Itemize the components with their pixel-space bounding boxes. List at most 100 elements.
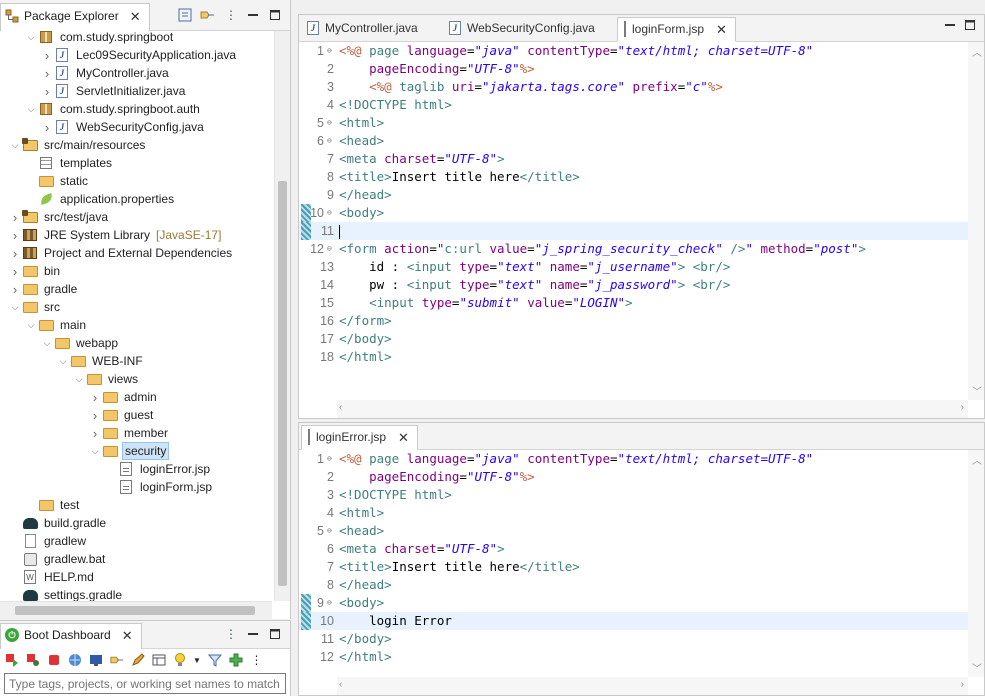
code-line[interactable]: 8 <title>Insert title here</title> [299, 168, 968, 186]
close-icon[interactable]: ✕ [398, 430, 409, 446]
expanded-arrow-icon[interactable]: ⌵ [56, 356, 70, 367]
code-line[interactable]: 9 </head> [299, 186, 968, 204]
code-line[interactable]: 6 <meta charset="UTF-8"> [299, 540, 968, 558]
package-explorer-tab[interactable]: Package Explorer ✕ [0, 3, 150, 31]
tree-item[interactable]: application.properties [0, 190, 272, 208]
editor-tab[interactable]: loginForm.jsp ✕ [617, 17, 736, 42]
expanded-arrow-icon[interactable]: ⌵ [8, 302, 22, 313]
code-line[interactable]: 1 ⊖ <%@ page language="java" contentType="… [299, 450, 968, 468]
code-line[interactable]: 8 </head> [299, 576, 968, 594]
tree-item[interactable]: ⌵ views [0, 370, 272, 388]
collapsed-arrow-icon[interactable]: › [8, 210, 22, 225]
horizontal-scrollbar[interactable]: ‹ › [337, 677, 968, 695]
code-line[interactable]: 12 ⊖ <form action="c:url value="j_spring_s… [299, 240, 968, 258]
code-line[interactable]: 18 </html> [299, 348, 968, 366]
tree-item[interactable]: loginError.jsp [0, 460, 272, 478]
code-line[interactable]: 5 ⊖ <html> [299, 114, 968, 132]
vertical-scrollbar[interactable]: ︿ ﹀ [968, 42, 984, 400]
maximize-icon[interactable] [266, 6, 284, 24]
view-menu-icon[interactable]: ⋮ [249, 653, 264, 668]
collapsed-arrow-icon[interactable]: › [8, 264, 22, 279]
tree-item[interactable]: ⌵ com.study.springboot.auth [0, 100, 272, 118]
expanded-arrow-icon[interactable]: ⌵ [8, 140, 22, 151]
collapsed-arrow-icon[interactable]: › [88, 390, 102, 405]
tree-item[interactable]: gradlew.bat [0, 550, 272, 568]
code-line[interactable]: 11 </body> [299, 630, 968, 648]
view-menu-icon[interactable]: ⋮ [222, 6, 240, 24]
code-editor-loginform[interactable]: 1 ⊖ <%@ page language="java" contentType="… [299, 42, 968, 400]
fold-icon[interactable]: ⊖ [327, 240, 337, 258]
tree-item[interactable]: › JRE System Library [JavaSE-17] [0, 226, 272, 244]
vertical-scrollbar[interactable]: ︿ ﹀ [968, 450, 984, 677]
code-line[interactable]: 9 ⊖ <body> [299, 594, 968, 612]
code-line[interactable]: 7 <meta charset="UTF-8"> [299, 150, 968, 168]
horizontal-scrollbar[interactable] [0, 601, 272, 619]
tree-item[interactable]: › J WebSecurityConfig.java [0, 118, 272, 136]
tree-item[interactable]: ⌵ com.study.springboot [0, 28, 272, 46]
collapsed-arrow-icon[interactable]: › [40, 84, 54, 99]
minimize-icon[interactable] [244, 6, 262, 24]
view-menu-icon[interactable]: ⋮ [222, 625, 240, 643]
scroll-right-icon[interactable]: › [961, 679, 964, 690]
code-editor-loginerror[interactable]: 1 ⊖ <%@ page language="java" contentType="… [299, 450, 968, 677]
tree-item[interactable]: › J Lec09SecurityApplication.java [0, 46, 272, 64]
fold-icon[interactable]: ⊖ [327, 132, 337, 150]
vertical-scrollbar[interactable] [274, 31, 290, 601]
tree-item[interactable]: test [0, 496, 272, 514]
close-icon[interactable]: ✕ [716, 22, 727, 38]
code-line[interactable]: 2 pageEncoding="UTF-8"%> [299, 468, 968, 486]
code-line[interactable]: 17 </body> [299, 330, 968, 348]
tree-item[interactable]: W HELP.md [0, 568, 272, 586]
boot-dashboard-tab[interactable]: ⏻ Boot Dashboard ✕ [0, 623, 142, 649]
tree-item[interactable]: templates [0, 154, 272, 172]
dropdown-arrow-icon[interactable]: ▼ [193, 653, 201, 668]
collapsed-arrow-icon[interactable]: › [88, 426, 102, 441]
close-icon[interactable]: ✕ [130, 9, 141, 25]
scrollbar-thumb[interactable] [15, 606, 255, 615]
project-tree[interactable]: ⌵ com.study.springboot › J Lec09SecurityAppl… [0, 28, 272, 601]
tree-item[interactable]: › src/test/java [0, 208, 272, 226]
fold-icon[interactable]: ⊖ [327, 594, 337, 612]
scroll-up-icon[interactable]: ︿ [972, 44, 982, 59]
code-line[interactable]: 10 ⊖ <body> [299, 204, 968, 222]
tree-item[interactable]: settings.gradle [0, 586, 272, 601]
code-line[interactable]: 4 <!DOCTYPE html> [299, 96, 968, 114]
start-icon[interactable] [4, 653, 19, 668]
scroll-down-icon[interactable]: ﹀ [972, 383, 982, 398]
link-icon[interactable] [109, 653, 124, 668]
code-line[interactable]: 16 </form> [299, 312, 968, 330]
expanded-arrow-icon[interactable]: ⌵ [72, 374, 86, 385]
minimize-icon[interactable] [244, 625, 262, 643]
collapsed-arrow-icon[interactable]: › [40, 48, 54, 63]
maximize-icon[interactable] [266, 625, 284, 643]
code-line[interactable]: 14 pw : <input type="text" name="j_passw… [299, 276, 968, 294]
lightbulb-icon[interactable] [172, 653, 187, 668]
filter-icon[interactable] [207, 653, 222, 668]
collapsed-arrow-icon[interactable]: › [40, 120, 54, 135]
code-line[interactable]: 2 pageEncoding="UTF-8"%> [299, 60, 968, 78]
expanded-arrow-icon[interactable]: ⌵ [24, 104, 38, 115]
collapsed-arrow-icon[interactable]: › [88, 408, 102, 423]
editor-tab[interactable]: loginError.jsp ✕ [301, 425, 418, 450]
code-line[interactable]: 5 ⊖ <head> [299, 522, 968, 540]
tree-item[interactable]: ⌵ src [0, 298, 272, 316]
add-icon[interactable] [228, 653, 243, 668]
edit-icon[interactable] [130, 653, 145, 668]
tree-item[interactable]: loginForm.jsp [0, 478, 272, 496]
collapsed-arrow-icon[interactable]: › [8, 246, 22, 261]
scroll-right-icon[interactable]: › [961, 402, 964, 413]
scroll-up-icon[interactable]: ︿ [972, 452, 982, 467]
tree-item[interactable]: build.gradle [0, 514, 272, 532]
tree-item[interactable]: gradlew [0, 532, 272, 550]
tree-item[interactable]: ⌵ main [0, 316, 272, 334]
collapse-all-icon[interactable] [176, 6, 194, 24]
open-browser-icon[interactable] [67, 653, 82, 668]
code-line[interactable]: 3 <!DOCTYPE html> [299, 486, 968, 504]
collapsed-arrow-icon[interactable]: › [40, 66, 54, 81]
tree-item[interactable]: ⌵ src/main/resources [0, 136, 272, 154]
boot-dashboard-filter-input[interactable] [4, 673, 286, 694]
tree-item[interactable]: › guest [0, 406, 272, 424]
tree-item[interactable]: static [0, 172, 272, 190]
properties-icon[interactable] [151, 653, 166, 668]
code-line[interactable]: 13 id : <input type="text" name="j_usern… [299, 258, 968, 276]
